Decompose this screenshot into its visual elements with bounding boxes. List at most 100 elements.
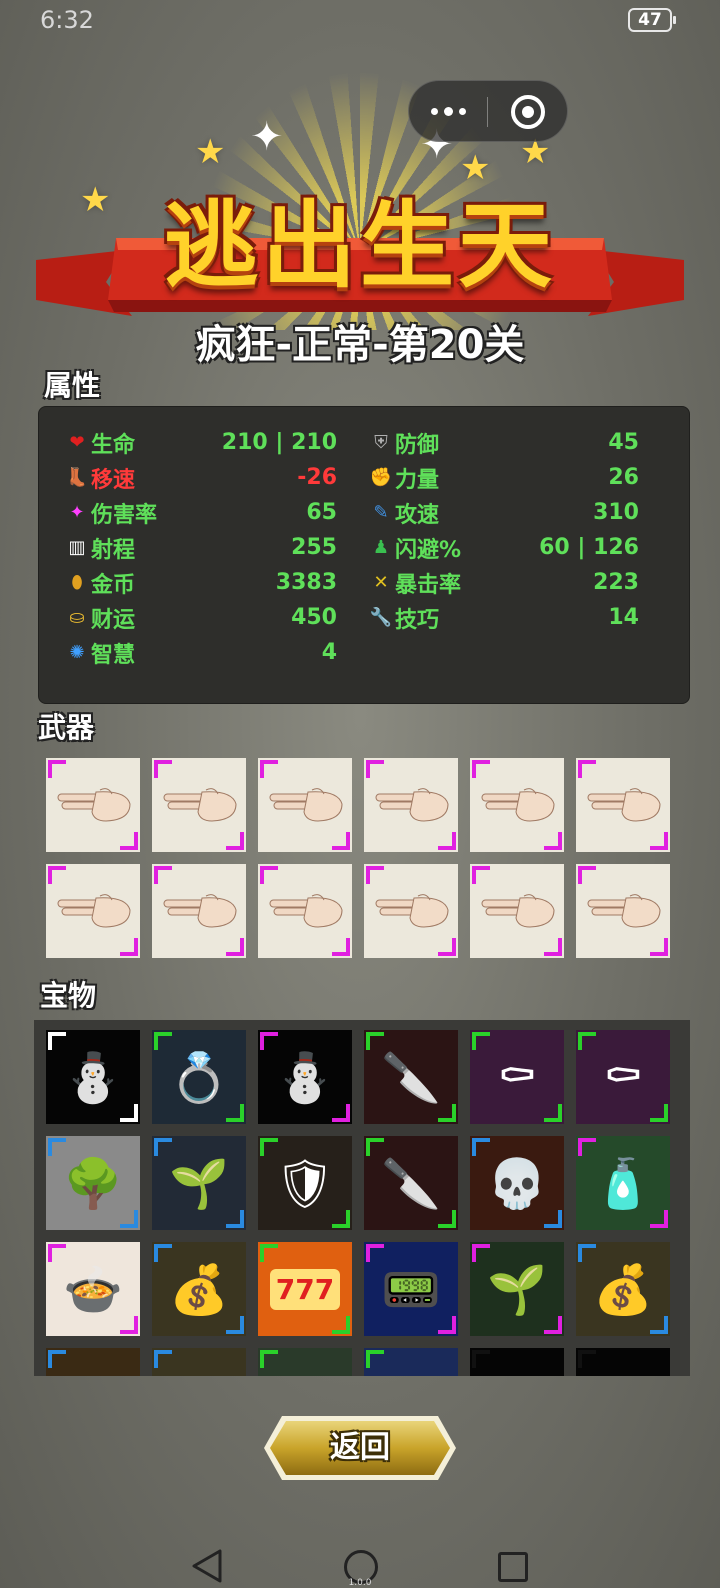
rarity-corner [332, 1210, 350, 1228]
weapon-slot[interactable] [258, 864, 352, 958]
weapon-slot[interactable] [576, 758, 670, 852]
attribute-row: ❤ 生命 210 | 210 [65, 425, 337, 460]
treasure-slot[interactable]: 💰 [152, 1242, 246, 1336]
rarity-corner [154, 866, 172, 884]
attribute-label: 技巧 [395, 607, 440, 633]
treasure-slot[interactable]: ⛄ [258, 1030, 352, 1124]
more-dots-icon[interactable] [409, 81, 487, 141]
rarity-corner [578, 1244, 596, 1262]
rarity-corner [48, 1032, 66, 1050]
finger-gun-icon [269, 894, 343, 928]
rarity-corner [226, 832, 244, 850]
rarity-corner [260, 1350, 278, 1368]
weapon-slot[interactable] [258, 758, 352, 852]
rarity-corner [544, 938, 562, 956]
rarity-corner [650, 1316, 668, 1334]
rarity-corner [472, 1244, 490, 1262]
treasure-slot[interactable] [470, 1348, 564, 1376]
weapon-slot[interactable] [152, 864, 246, 958]
nav-recent-icon[interactable] [498, 1552, 528, 1582]
treasure-slot[interactable]: 🔪 [364, 1136, 458, 1230]
rarity-corner [48, 1138, 66, 1156]
star-icon: ★ [80, 180, 111, 220]
finger-gun-icon [481, 894, 555, 928]
rarity-corner [154, 1032, 172, 1050]
weapon-slot[interactable] [364, 864, 458, 958]
rarity-corner [260, 1244, 278, 1262]
nav-back-icon[interactable] [190, 1548, 226, 1584]
treasure-slot[interactable]: ⛄ [46, 1030, 140, 1124]
heart-icon: ❤ [69, 432, 85, 453]
rarity-corner [544, 832, 562, 850]
treasure-slot[interactable]: 🌳 [46, 1136, 140, 1230]
rarity-corner [650, 832, 668, 850]
treasure-slot[interactable]: 💀 [470, 1136, 564, 1230]
rarity-corner [650, 1104, 668, 1122]
mini-program-capsule [408, 80, 568, 142]
treasure-slot[interactable]: 🔪 [364, 1030, 458, 1124]
treasure-slot[interactable]: ⚰ [576, 1030, 670, 1124]
weapon-slot[interactable] [576, 864, 670, 958]
back-button[interactable]: 返回 [262, 1414, 458, 1482]
rarity-corner [650, 938, 668, 956]
attribute-label: 射程 [91, 537, 136, 563]
treasures-panel[interactable]: ⛄ 💍 ⛄ 🔪 ⚰ ⚰ 🌳 🌱 🛡 🔪 💀 🧴 🍲 💰 777 📟 🌱 💰 [34, 1020, 690, 1376]
treasure-slot[interactable] [46, 1348, 140, 1376]
star-icon: ★ [195, 132, 226, 172]
treasure-slot[interactable]: 💰 [576, 1242, 670, 1336]
rarity-corner [366, 760, 384, 778]
treasure-slot[interactable] [152, 1348, 246, 1376]
attribute-row: ⬮ 金币 3383 [65, 565, 337, 600]
rarity-corner [438, 1210, 456, 1228]
rarity-corner [366, 866, 384, 884]
attribute-value: 4 [321, 640, 337, 665]
treasure-slot[interactable]: 🛡 [258, 1136, 352, 1230]
treasure-slot[interactable]: 🌱 [470, 1242, 564, 1336]
rarity-corner [48, 1350, 66, 1368]
treasure-slot[interactable] [364, 1348, 458, 1376]
weapon-slot[interactable] [46, 758, 140, 852]
attribute-row: ⛨ 防御 45 [369, 425, 639, 460]
attribute-label: 力量 [395, 467, 440, 493]
rarity-corner [332, 1316, 350, 1334]
weapon-slot[interactable] [470, 758, 564, 852]
attribute-row: 🔧 技巧 14 [369, 600, 639, 635]
attribute-value: 3383 [275, 570, 337, 595]
attribute-row: ✕ 暴击率 223 [369, 565, 639, 600]
weapon-slot[interactable] [46, 864, 140, 958]
target-close-icon[interactable] [511, 95, 545, 129]
rarity-corner [578, 1032, 596, 1050]
treasure-slot[interactable]: 💍 [152, 1030, 246, 1124]
rarity-corner [438, 832, 456, 850]
rarity-corner [332, 938, 350, 956]
treasure-slot[interactable]: 🍲 [46, 1242, 140, 1336]
weapon-slot[interactable] [364, 758, 458, 852]
crit-icon: ✕ [373, 572, 389, 593]
weapon-slot[interactable] [152, 758, 246, 852]
finger-gun-icon [57, 894, 131, 928]
attribute-value: 210 | 210 [221, 430, 337, 455]
feather-icon: ✎ [373, 502, 389, 523]
treasure-slot[interactable]: 777 [258, 1242, 352, 1336]
sparkle-icon: ✦ [69, 502, 85, 523]
status-time: 6:32 [40, 6, 94, 34]
treasure-slot[interactable] [576, 1348, 670, 1376]
rarity-corner [48, 1244, 66, 1262]
treasure-slot[interactable]: ⚰ [470, 1030, 564, 1124]
attribute-value: 310 [593, 500, 639, 525]
attribute-label: 防御 [395, 432, 440, 458]
finger-gun-icon [587, 788, 661, 822]
weapon-slot[interactable] [470, 864, 564, 958]
attribute-value: 14 [608, 605, 639, 630]
attribute-label: 暴击率 [395, 572, 462, 598]
attribute-label: 财运 [91, 607, 136, 633]
rarity-corner [154, 1138, 172, 1156]
rarity-corner [544, 1210, 562, 1228]
treasure-slot[interactable]: 🧴 [576, 1136, 670, 1230]
treasure-slot[interactable] [258, 1348, 352, 1376]
attribute-row: ✊ 力量 26 [369, 460, 639, 495]
attribute-label: 伤害率 [91, 502, 158, 528]
rarity-corner [578, 1138, 596, 1156]
treasure-slot[interactable]: 🌱 [152, 1136, 246, 1230]
treasure-slot[interactable]: 📟 [364, 1242, 458, 1336]
